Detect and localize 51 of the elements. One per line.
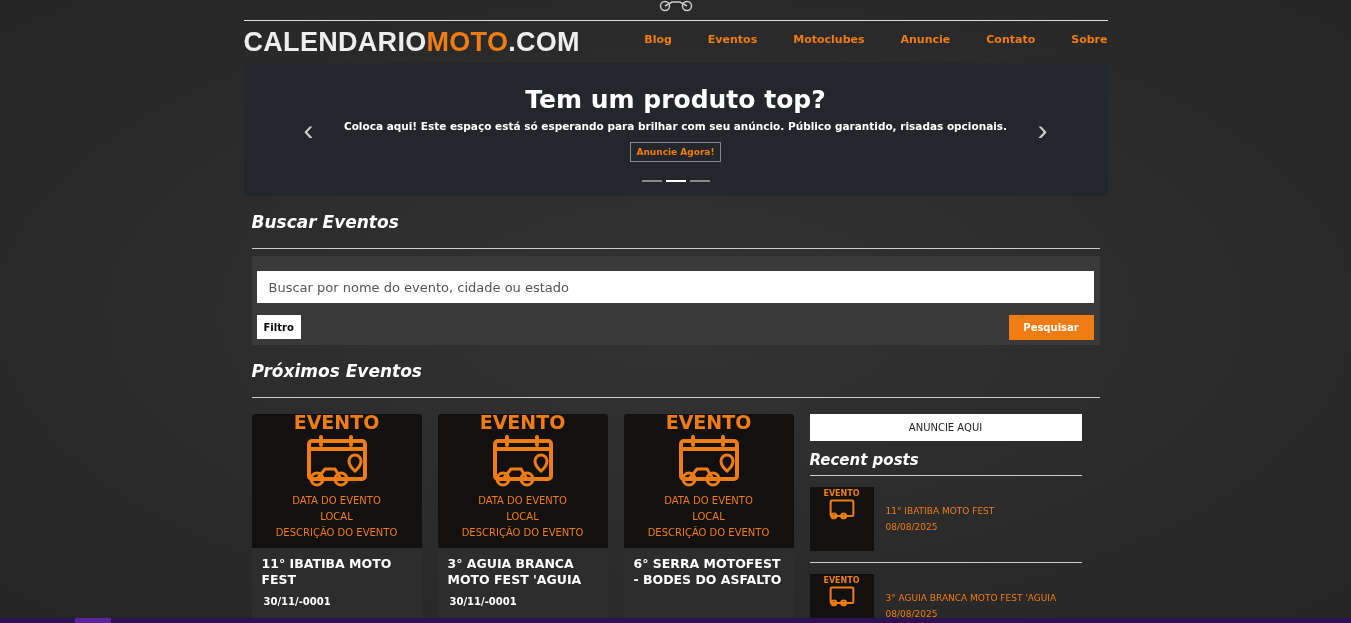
poster-title: EVENTO (823, 489, 860, 498)
poster-text: DESCRIÇÃO DO EVENTO (275, 525, 398, 540)
calendar-motorcycle-icon (304, 435, 369, 489)
search-field[interactable]: Buscar por nome do evento, cidade ou estado (256, 271, 1094, 303)
event-title[interactable]: 6° SERRA MOTOFEST - BODES DO ASFALTO (633, 556, 784, 588)
nav-link[interactable]: Sobre (1071, 32, 1108, 46)
poster-text: LOCAL (692, 510, 725, 524)
post-title[interactable]: 11° IBATIBA MOTO FEST (885, 506, 995, 516)
poster-text: DESCRIÇÃO DO EVENTO (647, 525, 770, 540)
event-date: 30/11/-0001 (448, 596, 518, 607)
event-card[interactable]: EVENTO DATA DO EVENTO LOCAL DESCRIÇÃO DO EVENTO 6° SERRA MOTOFEST - BODES DO ASFALTO (623, 414, 794, 618)
section-heading: Buscar Eventos (251, 196, 1100, 249)
filter-button[interactable]: Filtro (256, 315, 301, 339)
event-card[interactable]: EVENTO DATA DO EVENTO LOCAL DESCRIÇÃO DO EVENTO 3° AGUIA BRANCA MOTO FEST 'AGUIA 30/11/-0001 (437, 414, 608, 618)
site-logo[interactable]: CALENDARIOMOTO.COM (243, 26, 580, 58)
poster-title: EVENTO (665, 414, 752, 431)
event-card[interactable]: EVENTO DATA DO EVENTO LOCAL DESCRIÇÃO DO EVENTO 11° IBATIBA MOTO FEST 30/11/-0001 (251, 414, 422, 618)
poster-title: EVENTO (823, 576, 860, 585)
post-date: 08/08/2025 (885, 522, 939, 532)
nav-link[interactable]: Blog (644, 32, 672, 46)
nav-link[interactable]: Contato (986, 32, 1036, 46)
poster-text: DATA DO EVENTO (292, 494, 381, 508)
nav-link[interactable]: Eventos (707, 32, 758, 46)
post-thumbnail[interactable]: EVENTO (809, 487, 874, 551)
event-date: 30/11/-0001 (262, 596, 332, 607)
post-date: 08/08/2025 (885, 609, 939, 618)
poster-title: EVENTO (479, 414, 566, 431)
advertise-button[interactable]: ANUNCIE AQUI (809, 414, 1082, 441)
nav-link[interactable]: Motoclubes (793, 32, 865, 46)
banner-title: Tem um produto top? (525, 85, 826, 114)
motorcycle-icon (657, 0, 694, 12)
poster-title: EVENTO (293, 414, 380, 431)
carousel-indicator[interactable] (665, 180, 686, 182)
post-title[interactable]: 3° AGUIA BRANCA MOTO FEST 'AGUIA (885, 593, 1057, 603)
banner-text: Coloca aqui! Este espaço está só esperando para brilhar com seu anúncio. Público garantido, risadas opcionais. (343, 120, 1008, 132)
poster-text: LOCAL (506, 510, 539, 524)
poster-text: DATA DO EVENTO (478, 494, 567, 508)
nav-link[interactable]: Anuncie (900, 32, 951, 46)
poster-text: DESCRIÇÃO DO EVENTO (461, 525, 584, 540)
calendar-motorcycle-icon (828, 498, 855, 520)
sidebar-heading: Recent posts (809, 441, 1082, 476)
event-title[interactable]: 3° AGUIA BRANCA MOTO FEST 'AGUIA (447, 556, 598, 588)
calendar-motorcycle-icon (490, 435, 555, 489)
poster-text: LOCAL (320, 510, 353, 524)
calendar-motorcycle-icon (676, 435, 741, 489)
post-thumbnail[interactable]: EVENTO (809, 574, 874, 618)
event-title[interactable]: 11° IBATIBA MOTO FEST (261, 556, 412, 588)
section-heading: Próximos Eventos (251, 345, 1100, 398)
calendar-motorcycle-icon (828, 585, 855, 607)
advertise-button[interactable]: Anuncie Agora! (630, 142, 721, 162)
poster-text: DATA DO EVENTO (664, 494, 753, 508)
